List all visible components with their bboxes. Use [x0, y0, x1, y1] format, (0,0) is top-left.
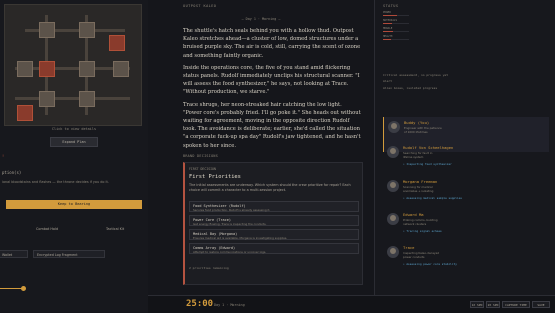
crew-role: lifeline system [403, 155, 424, 159]
inventory-cards: Wallet Encrypted Log Fragment [0, 250, 146, 259]
avatar [388, 121, 400, 133]
options-description: ional bloodstains and flashes — the thro… [2, 180, 109, 184]
crew-role: of 1000 lifetimes [404, 130, 428, 134]
choice-title: Comms Array (Edward) [193, 245, 236, 250]
choice-title: Medical Bay (Morgana) [193, 231, 238, 236]
status-bar-label: MORALE [383, 27, 393, 30]
status-bar-fill [383, 22, 393, 25]
map-caption: Click to view details [51, 127, 97, 131]
bottom-bar: 25:00 Day 1 · Morning 1X SPD 2X SPD CAPT… [148, 295, 555, 313]
decision-footer: 2 priorities remaining [189, 266, 229, 270]
story-paragraph: Trace shrugs, her neon-streaked hair cat… [183, 101, 361, 149]
crew-role: anomalies + isolating [403, 189, 434, 193]
choice-subtitle: Secures food production. Rudolf is alrea… [193, 208, 271, 212]
status-panel: STATUS POWER MATERIALS MORALE HEALTH Cri… [374, 0, 555, 295]
choice-food-synthesizer[interactable]: Food Synthesizer (Rudolf) Secures food p… [189, 201, 359, 212]
status-bar-label: POWER [383, 11, 391, 14]
story-text: The shuttle's hatch seals behind you wit… [183, 27, 361, 154]
crew-activity: • Tracing signal echoes [403, 229, 442, 233]
brand-decisions-header: BRAND DECISIONS [183, 154, 219, 158]
status-bar-fill [383, 38, 391, 41]
map-room-alert[interactable] [39, 61, 55, 77]
status-bar: POWER [383, 11, 409, 17]
session-timer: 25:00 [186, 299, 214, 309]
card-wallet[interactable]: Wallet [0, 250, 28, 258]
status-line: Critical assessment, no progress yet [383, 73, 449, 77]
avatar [387, 146, 399, 158]
options-label: ption(s) [2, 170, 22, 175]
map-room-alert[interactable] [109, 35, 125, 51]
left-tabs: Combat Hold Tactical Kit [0, 225, 146, 234]
decision-title: First Priorities [189, 174, 241, 180]
crew-card-rudolf[interactable]: Rudolf Von Scheelhagen Searching for fau… [383, 142, 548, 177]
status-line: Alert [383, 79, 393, 83]
choice-subtitle: Ensures medical aid is available. Morgan… [193, 236, 288, 240]
keep-bearing-button[interactable]: Keep to Bearing [6, 200, 142, 209]
page-title: OUTPOST KALEO [183, 4, 217, 8]
map-room[interactable] [79, 91, 95, 107]
map-corridor [15, 97, 130, 100]
tab-combat-hold[interactable]: Combat Hold [36, 227, 58, 231]
map-room[interactable] [113, 61, 129, 77]
status-title: STATUS [383, 4, 399, 8]
status-bar: MORALE [383, 27, 409, 33]
story-paragraph: Inside the operations core, the five of … [183, 64, 360, 96]
crew-role: power conduits [403, 255, 425, 259]
choice-medical-bay[interactable]: Medical Bay (Morgana) Ensures medical ai… [189, 229, 359, 240]
crew-name: Edward Ma [403, 212, 424, 217]
capture-time-button[interactable]: CAPTURE TIME [502, 301, 530, 308]
status-bar: MATERIALS [383, 19, 409, 25]
crew-card-trace[interactable]: Trace Inspecting Kaleo-decayed power con… [383, 242, 548, 277]
speed-2x-button[interactable]: 2X SPD [486, 301, 500, 308]
crew-name: Rudolf Von Scheelhagen [403, 145, 454, 150]
crew-name: Morgana Freeman [403, 179, 438, 184]
status-bar-label: MATERIALS [383, 19, 398, 22]
slider-handle[interactable] [21, 285, 26, 291]
crew-name: Trace [403, 245, 415, 250]
avatar [387, 180, 399, 192]
tab-tactical-kit[interactable]: Tactical Kit [106, 227, 124, 231]
status-bar: HEALTH [383, 35, 409, 41]
story-paragraph: The shuttle's hatch seals behind you wit… [183, 28, 361, 59]
map-room[interactable] [17, 61, 33, 77]
status-bar-fill [383, 14, 398, 17]
map-room[interactable] [39, 91, 55, 107]
expand-plan-button[interactable]: Expand Plan [50, 137, 98, 147]
outpost-map[interactable] [4, 4, 142, 126]
map-room[interactable] [39, 22, 55, 38]
crew-activity: • Assessing power core stability [403, 262, 457, 266]
choice-power-core[interactable]: Power Core (Trace) Get energy flowing. T… [189, 215, 359, 226]
speed-1x-button[interactable]: 1X SPD [470, 301, 484, 308]
avatar [387, 213, 399, 225]
day-header: — Day 1 · Morning — [241, 17, 281, 21]
crew-card-morgana[interactable]: Morgana Freeman Scanning for medical ano… [383, 176, 548, 211]
save-button[interactable]: SAVE [532, 301, 550, 308]
choice-title: Power Core (Trace) [193, 217, 231, 222]
avatar [387, 246, 399, 258]
card-encrypted-log[interactable]: Encrypted Log Fragment [33, 250, 105, 258]
crew-name: Buddy (You) [404, 120, 430, 125]
left-panel: Click to view details Expand Plan ! ptio… [0, 0, 149, 312]
choice-title: Food Synthesizer (Rudolf) [193, 203, 246, 208]
story-panel: OUTPOST KALEO — Day 1 · Morning — The sh… [148, 0, 374, 295]
choice-comms-array[interactable]: Comms Array (Edward) Attempt to restore … [189, 243, 359, 254]
decision-description: The initial assessments are underway. Wh… [189, 183, 351, 192]
status-bar-label: HEALTH [383, 35, 393, 38]
timer-label: Day 1 · Morning [214, 303, 245, 307]
crew-card-edward[interactable]: Edward Ma Probing comms, building networ… [383, 209, 548, 244]
map-room-alert[interactable] [17, 105, 33, 121]
map-room[interactable] [79, 61, 95, 77]
crew-activity: • Inspecting food synthesizer [403, 162, 452, 166]
map-room[interactable] [79, 22, 95, 38]
crew-role: network clusters [403, 222, 427, 226]
decision-subtitle: FIRST DECISION [189, 167, 216, 171]
decision-card: FIRST DECISION First Priorities The init… [183, 162, 363, 285]
crew-activity: • Assessing medical sample supplies [403, 196, 462, 200]
status-bar-fill [383, 30, 394, 33]
choice-subtitle: Attempt to restore communications or unc… [193, 250, 267, 254]
choice-subtitle: Get energy flowing. Trace is inspecting … [193, 222, 267, 226]
alert-text: ! [2, 154, 5, 158]
status-line: Alien boxes, isolated progress [383, 86, 438, 90]
